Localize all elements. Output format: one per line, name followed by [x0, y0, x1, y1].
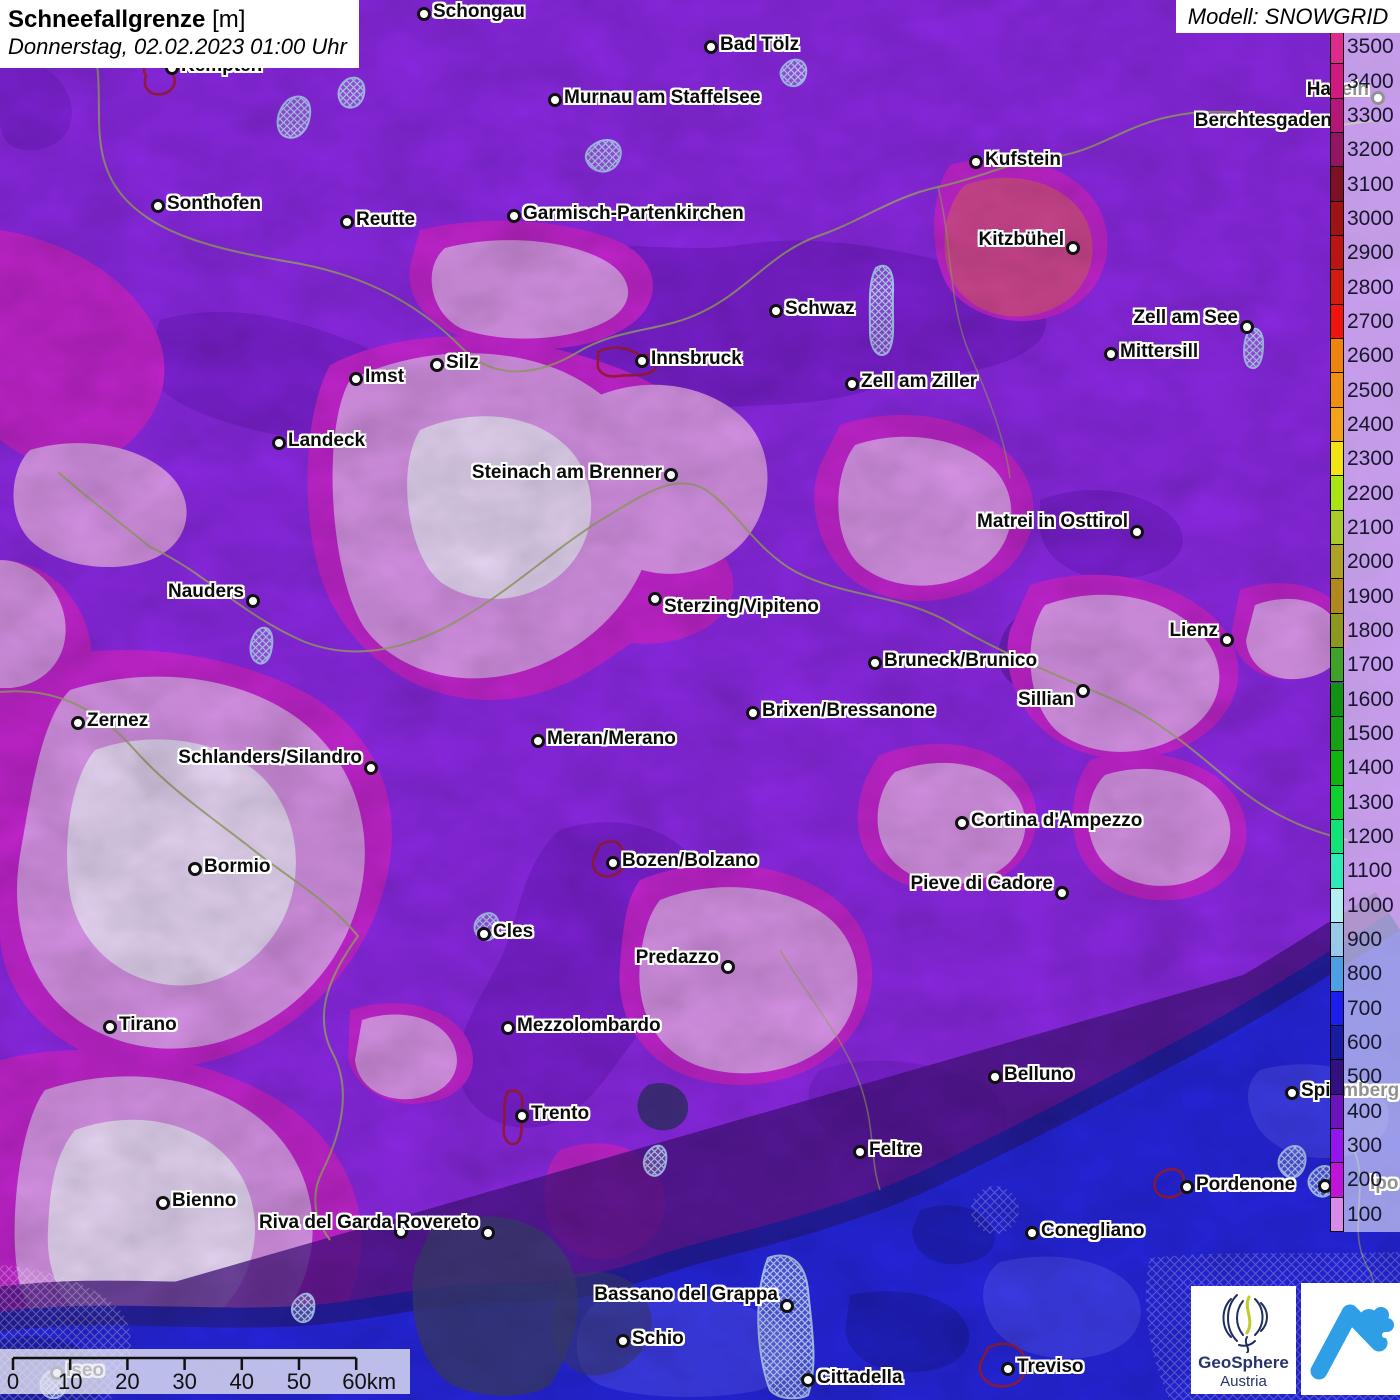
page-title: Schneefallgrenze [m] [8, 6, 347, 34]
terrain-texture [0, 0, 1400, 1400]
legend-value-label: 2800 [1347, 277, 1394, 299]
legend-value-label: 700 [1347, 998, 1382, 1020]
legend-color-swatch [1330, 889, 1344, 923]
legend-value-label: 800 [1347, 963, 1382, 985]
legend-color-swatch [1330, 614, 1344, 648]
legend-color-swatch [1330, 270, 1344, 304]
legend-color-swatch [1330, 1198, 1344, 1232]
mountain-cloud-logo [1301, 1283, 1400, 1395]
scale-bar-label: 0 [7, 1369, 19, 1394]
legend-value-label: 3400 [1347, 71, 1394, 93]
legend-color-swatch [1330, 957, 1344, 991]
legend-value-label: 1900 [1347, 586, 1394, 608]
legend-value-label: 2900 [1347, 242, 1394, 264]
legend-value-label: 3000 [1347, 208, 1394, 230]
page-subtitle: Donnerstag, 02.02.2023 01:00 Uhr [8, 34, 347, 60]
scale-bar-label: 20 [115, 1369, 139, 1394]
legend-value-label: 2300 [1347, 448, 1394, 470]
weather-map-stage: SchongauBad TölzKemptenMurnau am Staffel… [0, 0, 1400, 1400]
legend-color-swatch [1330, 1129, 1344, 1163]
legend-color-swatch [1330, 1026, 1344, 1060]
legend-value-label: 3100 [1347, 174, 1394, 196]
legend-value-label: 1200 [1347, 826, 1394, 848]
legend-color-swatch [1330, 717, 1344, 751]
legend-value-label: 1800 [1347, 620, 1394, 642]
legend-value-label: 2600 [1347, 345, 1394, 367]
scale-bar: 0 10 20 30 40 50 60km [0, 1349, 410, 1394]
legend-value-label: 1700 [1347, 654, 1394, 676]
scale-bar-label: 30 [172, 1369, 196, 1394]
legend-value-label: 2200 [1347, 483, 1394, 505]
legend-color-swatch [1330, 1163, 1344, 1197]
legend-value-label: 2100 [1347, 517, 1394, 539]
legend-color-swatch [1330, 476, 1344, 510]
legend-value-label: 2000 [1347, 551, 1394, 573]
legend-value-label: 1100 [1347, 860, 1392, 882]
legend-value-label: 400 [1347, 1101, 1382, 1123]
legend-color-swatch [1330, 854, 1344, 888]
legend-color-swatch [1330, 786, 1344, 820]
legend-value-label: 3200 [1347, 139, 1394, 161]
legend-color-swatch [1330, 236, 1344, 270]
legend-value-label: 600 [1347, 1032, 1382, 1054]
legend-value-label: 2700 [1347, 311, 1394, 333]
legend-value-label: 1600 [1347, 689, 1394, 711]
mountain-cloud-icon [1301, 1283, 1400, 1395]
model-label: Modell: SNOWGRID [1188, 4, 1388, 30]
legend-value-label: 1300 [1347, 792, 1394, 814]
legend-color-swatch [1330, 511, 1344, 545]
legend-value-label: 100 [1347, 1204, 1382, 1226]
legend-color-swatch [1330, 167, 1344, 201]
scale-bar-label: 50 [287, 1369, 311, 1394]
legend-value-label: 2400 [1347, 414, 1394, 436]
title-box: Schneefallgrenze [m] Donnerstag, 02.02.2… [0, 0, 359, 68]
legend-value-label: 3500 [1347, 36, 1394, 58]
legend-color-swatch [1330, 1095, 1344, 1129]
model-box: Modell: SNOWGRID [1176, 0, 1400, 33]
scale-bar-label: 40 [230, 1369, 254, 1394]
legend-color-swatch [1330, 339, 1344, 373]
geosphere-austria-logo: GeoSphere Austria [1191, 1286, 1296, 1394]
legend-value-label: 1400 [1347, 757, 1394, 779]
scale-bar-label: 60km [342, 1369, 396, 1394]
geosphere-contour-icon [1209, 1293, 1279, 1353]
legend-color-swatch [1330, 923, 1344, 957]
legend-color-bar [1330, 30, 1344, 1232]
legend-color-swatch [1330, 820, 1344, 854]
legend-color-swatch [1330, 1060, 1344, 1094]
legend-value-label: 200 [1347, 1169, 1382, 1191]
legend-color-swatch [1330, 30, 1344, 64]
legend-value-label: 1500 [1347, 723, 1394, 745]
legend-value-label: 300 [1347, 1135, 1382, 1157]
legend-color-swatch [1330, 305, 1344, 339]
legend-color-swatch [1330, 133, 1344, 167]
map-canvas [0, 0, 1400, 1400]
legend-value-label: 3300 [1347, 105, 1394, 127]
legend-color-swatch [1330, 64, 1344, 98]
legend-color-swatch [1330, 373, 1344, 407]
legend-value-label: 1000 [1347, 895, 1394, 917]
legend-color-swatch [1330, 992, 1344, 1026]
legend-color-swatch [1330, 751, 1344, 785]
legend-value-label: 2500 [1347, 380, 1394, 402]
scale-bar-label: 10 [58, 1369, 82, 1394]
legend-color-swatch [1330, 442, 1344, 476]
legend-color-swatch [1330, 579, 1344, 613]
legend-color-swatch [1330, 99, 1344, 133]
legend-color-swatch [1330, 408, 1344, 442]
legend-color-swatch [1330, 648, 1344, 682]
legend-color-swatch [1330, 202, 1344, 236]
legend-color-swatch [1330, 545, 1344, 579]
legend-value-label: 900 [1347, 929, 1382, 951]
geosphere-logo-subtext: Austria [1220, 1373, 1267, 1390]
scale-bar-ruler: 0 10 20 30 40 50 60km [0, 1349, 410, 1394]
geosphere-logo-text: GeoSphere [1198, 1353, 1289, 1373]
legend-value-label: 500 [1347, 1066, 1382, 1088]
legend-color-swatch [1330, 683, 1344, 717]
